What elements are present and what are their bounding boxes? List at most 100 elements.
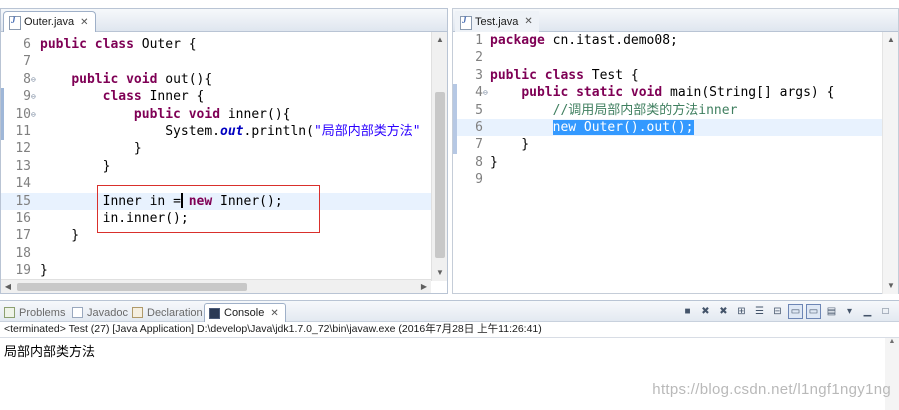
maximize-icon[interactable]: □	[878, 304, 893, 319]
code-text: }	[40, 262, 48, 279]
code-line[interactable]: 5 //调用局部内部类的方法inner	[453, 102, 898, 119]
fold-toggle-icon[interactable]: ⊖	[31, 88, 39, 105]
remove-all-icon[interactable]: ✖	[716, 304, 731, 319]
fold-toggle-icon[interactable]: ⊖	[31, 71, 39, 88]
code-text: }	[490, 136, 529, 153]
line-number: 18	[15, 245, 31, 261]
code-line[interactable]: 4 ⊖ public static void main(String[] args…	[453, 84, 898, 101]
scroll-lock-icon[interactable]: ⊞	[734, 304, 749, 319]
code-line[interactable]: 14	[1, 175, 447, 192]
code-line[interactable]: 3 public class Test {	[453, 67, 898, 84]
code-line[interactable]: 6 public class Outer {	[1, 36, 447, 53]
javadoc-icon	[72, 307, 83, 318]
tab-problems[interactable]: Problems	[4, 303, 65, 322]
code-token: in.inner();	[40, 211, 189, 226]
horizontal-scrollbar[interactable]: ◀ ▶	[1, 279, 431, 293]
scroll-up-icon[interactable]: ▲	[883, 32, 899, 48]
scroll-up-icon[interactable]: ▲	[885, 338, 899, 350]
code-line[interactable]: 16 in.inner();	[1, 210, 447, 227]
console-output-area[interactable]	[0, 337, 899, 410]
code-text: }	[40, 158, 111, 175]
tab-declaration[interactable]: Declaration	[132, 303, 203, 322]
code-line[interactable]: 18	[1, 245, 447, 262]
code-line[interactable]: 8}	[453, 154, 898, 171]
display-selected-icon[interactable]: ▭	[806, 304, 821, 319]
code-line[interactable]: 7 }	[453, 136, 898, 153]
code-line[interactable]: 9	[453, 171, 898, 188]
tab-console[interactable]: Console ✕	[204, 303, 286, 322]
code-line[interactable]: 11 System.out.println("局部内部类方法"	[1, 123, 447, 140]
code-token: }	[490, 154, 498, 170]
tab-outer-java[interactable]: Outer.java ✕	[3, 11, 96, 32]
open-console-icon[interactable]: ▤	[824, 304, 839, 319]
fold-toggle-icon[interactable]: ⊖	[31, 106, 39, 123]
scroll-left-icon[interactable]: ◀	[1, 280, 15, 294]
code-text: new Outer().out();	[490, 119, 694, 136]
scroll-up-icon[interactable]: ▲	[432, 32, 448, 48]
code-line[interactable]: 2	[453, 49, 898, 66]
line-number: 7	[23, 54, 31, 70]
code-area[interactable]: 1 package cn.itast.demo08; 2 3 public class …	[453, 32, 898, 293]
scroll-down-icon[interactable]: ▼	[883, 278, 899, 294]
terminate-icon[interactable]: ■	[680, 304, 695, 319]
scroll-down-icon[interactable]: ▼	[432, 265, 448, 281]
code-token: }	[40, 141, 142, 157]
view-menu-icon[interactable]: ▾	[842, 304, 857, 319]
code-line[interactable]: 15 Inner in = new Inner();	[1, 192, 447, 210]
tab-label: Test.java	[475, 15, 519, 28]
remove-launch-icon[interactable]: ✖	[698, 304, 713, 319]
minimize-icon[interactable]: ▁	[860, 304, 875, 319]
close-icon[interactable]: ✕	[80, 17, 88, 28]
test-java-editor[interactable]: Test.java ✕ 1package cn.itast.demo08;23p…	[452, 8, 899, 294]
text-cursor	[181, 193, 183, 208]
code-text: //调用局部内部类的方法inner	[490, 102, 738, 119]
console-scrollbar[interactable]: ▲	[885, 338, 899, 410]
word-wrap-icon[interactable]: ▭	[788, 304, 803, 319]
scrollbar-thumb[interactable]	[435, 92, 445, 258]
tab-javadoc[interactable]: Javadoc	[72, 303, 128, 322]
change-marker	[1, 88, 4, 141]
code-line[interactable]: 7	[1, 53, 447, 70]
code-line[interactable]: 13 }	[1, 158, 447, 175]
code-text: }	[40, 140, 142, 157]
code-line[interactable]: 19}	[1, 262, 447, 279]
pin-console-icon[interactable]: ⊟	[770, 304, 785, 319]
code-line[interactable]: 12 }	[1, 140, 447, 157]
code-token: package	[490, 33, 545, 48]
line-number: 9	[23, 89, 31, 105]
close-icon[interactable]: ✕	[270, 308, 278, 319]
console-icon	[209, 307, 220, 319]
scrollbar-thumb[interactable]	[17, 283, 247, 291]
java-file-icon	[8, 15, 21, 30]
code-token: Test {	[583, 67, 639, 83]
code-line[interactable]: 9 ⊖ class Inner {	[1, 88, 447, 105]
code-token: static	[576, 85, 624, 101]
code-token: =	[173, 193, 181, 209]
close-icon[interactable]: ✕	[524, 16, 532, 27]
code-line[interactable]: 8 ⊖ public void out(){	[1, 71, 447, 88]
code-line[interactable]: 6 new Outer().out();	[453, 119, 898, 137]
code-text: package cn.itast.demo08;	[490, 32, 678, 49]
scroll-right-icon[interactable]: ▶	[417, 280, 431, 294]
outer-java-editor[interactable]: Outer.java ✕ 6public class Outer {78⊖ pu…	[0, 8, 448, 294]
code-token: public	[40, 37, 87, 52]
code-line[interactable]: 17 }	[1, 227, 447, 244]
tab-test-java[interactable]: Test.java ✕	[455, 11, 539, 32]
line-number: 8	[475, 154, 483, 170]
code-line[interactable]: 1 package cn.itast.demo08;	[453, 32, 898, 49]
problems-icon	[4, 307, 15, 318]
watermark: https://blog.csdn.net/l1ngf1ngy1ng	[652, 381, 891, 398]
code-token: out	[220, 124, 244, 139]
code-line[interactable]: 10 ⊖ public void inner(){	[1, 106, 447, 123]
tab-label: Outer.java	[24, 16, 75, 28]
vertical-scrollbar[interactable]: ▲ ▼	[882, 32, 898, 294]
code-area[interactable]: 6 public class Outer {7 8 ⊖ public void out…	[1, 32, 447, 293]
code-token: void	[188, 106, 221, 122]
clear-console-icon[interactable]: ☰	[752, 304, 767, 319]
line-number: 7	[475, 137, 483, 153]
vertical-scrollbar[interactable]: ▲ ▼	[431, 32, 447, 281]
